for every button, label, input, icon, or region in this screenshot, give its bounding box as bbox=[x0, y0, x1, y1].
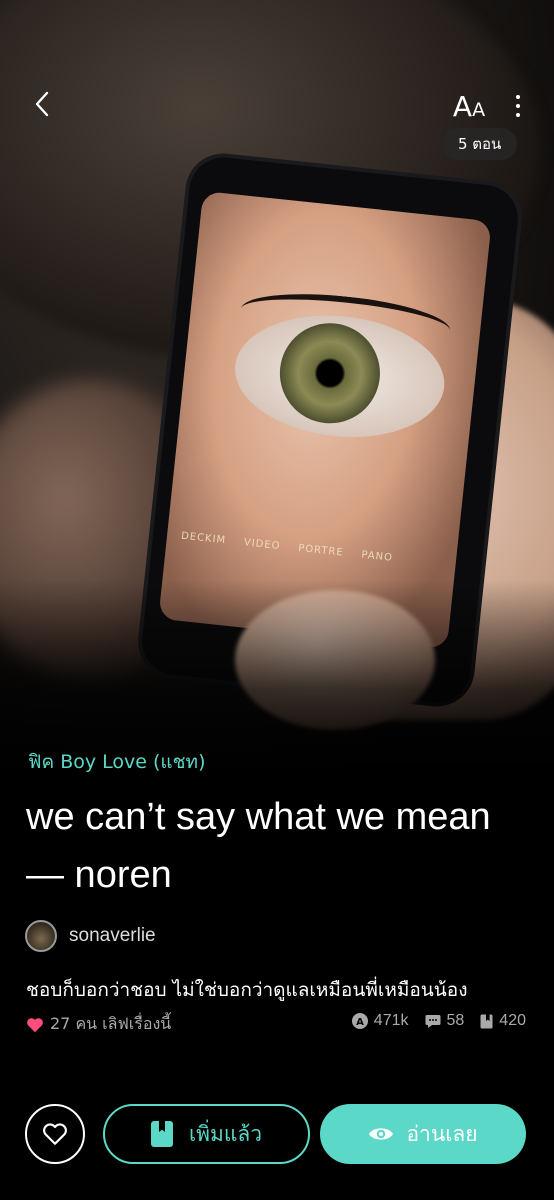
font-size-button[interactable]: AA bbox=[448, 86, 490, 122]
heart-icon bbox=[27, 1017, 43, 1032]
views-count: 471k bbox=[373, 1012, 409, 1029]
likes-text: 27 คน เลิฟเรื่องนี้ bbox=[50, 1014, 172, 1033]
back-button[interactable] bbox=[24, 86, 60, 122]
add-to-library-button[interactable]: เพิ่มแล้ว bbox=[103, 1104, 310, 1164]
comments-stat: 58 bbox=[425, 1012, 465, 1030]
cover-camera-modes: DECKIM VIDEO PORTRE PANO bbox=[166, 519, 471, 581]
episode-count-badge: 5 ตอน bbox=[442, 128, 518, 160]
story-category[interactable]: ฟิค Boy Love (แชท) bbox=[28, 747, 206, 777]
more-vertical-icon-dot bbox=[516, 104, 520, 108]
camera-mode: DECKIM bbox=[180, 530, 227, 546]
story-tagline: ชอบก็บอกว่าชอบ ไม่ใช่บอกว่าดูแลเหมือนพี่… bbox=[26, 979, 468, 1001]
camera-mode: VIDEO bbox=[243, 536, 281, 552]
story-stats: A 471k 58 420 bbox=[351, 1012, 526, 1030]
favorite-button[interactable] bbox=[25, 1104, 85, 1164]
camera-mode: PANO bbox=[360, 549, 394, 564]
more-vertical-icon-dot bbox=[516, 95, 520, 99]
read-now-button[interactable]: อ่านเลย bbox=[320, 1104, 526, 1164]
heart-outline-icon bbox=[43, 1123, 67, 1145]
svg-text:A: A bbox=[356, 1017, 364, 1028]
author-name: sonaverlie bbox=[69, 925, 156, 946]
chevron-left-icon bbox=[35, 91, 49, 117]
font-size-label-small: A bbox=[472, 99, 486, 121]
eye-icon bbox=[369, 1128, 394, 1140]
likes-count: 27 คน เลิฟเรื่องนี้ bbox=[26, 1012, 171, 1037]
author-link[interactable]: sonaverlie bbox=[25, 920, 156, 952]
add-to-library-label: เพิ่มแล้ว bbox=[188, 1121, 263, 1146]
reads-icon: A bbox=[351, 1013, 368, 1029]
more-vertical-icon-dot bbox=[516, 113, 520, 117]
camera-mode: PORTRE bbox=[297, 542, 345, 559]
book-icon bbox=[150, 1121, 173, 1147]
font-size-label-big: A bbox=[452, 90, 473, 123]
bookmark-icon bbox=[480, 1014, 493, 1028]
more-options-button[interactable] bbox=[506, 88, 530, 124]
comments-count: 58 bbox=[446, 1012, 465, 1029]
read-now-label: อ่านเลย bbox=[406, 1121, 478, 1146]
views-stat: A 471k bbox=[351, 1012, 409, 1030]
bookmarks-count: 420 bbox=[499, 1012, 526, 1029]
bookmarks-stat: 420 bbox=[480, 1012, 526, 1030]
author-avatar bbox=[25, 920, 57, 952]
comment-icon bbox=[425, 1014, 440, 1028]
story-title: we can’t say what we mean — noren bbox=[26, 796, 491, 896]
